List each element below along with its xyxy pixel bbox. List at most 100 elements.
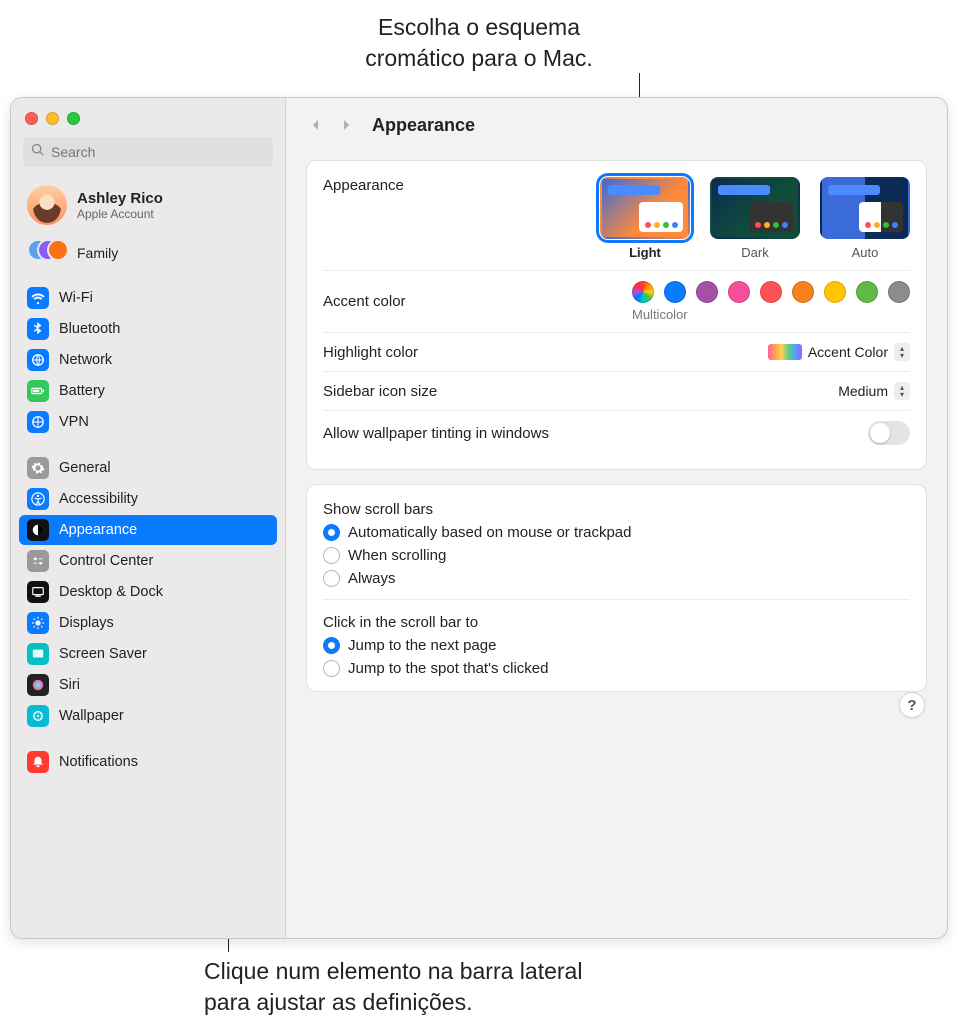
sidebar-icon-size-select[interactable]: Medium ▴▾ [838,382,910,400]
sidebar-list: Wi-Fi Bluetooth Network Battery VPN General Ac… [11,279,285,938]
accent-swatch-3[interactable] [728,281,750,303]
search-input[interactable] [51,144,265,160]
sidebar-item-battery[interactable]: Battery [19,376,277,406]
scrollclick-option-1[interactable]: Jump to the spot that's clicked [323,660,910,677]
sidebar-item-label: Notifications [59,754,138,770]
zoom-button[interactable] [67,112,80,125]
sidebar-item-label: Appearance [59,522,137,538]
sidebar-item-label: Bluetooth [59,321,120,337]
account-row[interactable]: Ashley Rico Apple Account [11,177,285,233]
close-button[interactable] [25,112,38,125]
screensaver-icon [27,643,49,665]
sidebar-item-general[interactable]: General [19,453,277,483]
family-icon [27,239,67,267]
sidebar-item-label: Displays [59,615,114,631]
accent-swatch-0[interactable] [632,281,654,303]
sidebar-item-accessibility[interactable]: Accessibility [19,484,277,514]
appearance-option-label: Auto [852,245,879,260]
search-field[interactable] [23,137,273,167]
back-button[interactable] [306,115,326,135]
appearance-option-label: Light [629,245,661,260]
preferences-window: Ashley Rico Apple Account Family Wi-Fi Bl… [10,97,948,939]
scrollbars-option-1[interactable]: When scrolling [323,547,910,564]
siri-icon [27,674,49,696]
highlight-value: Accent Color [808,344,888,360]
highlight-swatch-icon [768,344,802,360]
highlight-select[interactable]: Accent Color ▴▾ [768,343,910,361]
sidebar-item-label: Control Center [59,553,153,569]
accent-swatch-4[interactable] [760,281,782,303]
scroll-panel: Show scroll bars Automatically based on … [306,484,927,692]
main-content: Appearance Appearance LightDarkAuto Acce… [286,98,947,938]
accessibility-icon [27,488,49,510]
sidebar-item-vpn[interactable]: VPN [19,407,277,437]
sidebar-item-label: Battery [59,383,105,399]
vpn-icon [27,411,49,433]
scrollbars-option-label: When scrolling [348,547,446,564]
sidebar-item-wi-fi[interactable]: Wi-Fi [19,283,277,313]
desktop-icon [27,581,49,603]
gear-icon [27,457,49,479]
sidebar-item-network[interactable]: Network [19,345,277,375]
accent-selected-name: Multicolor [632,307,688,322]
sidebar-item-displays[interactable]: Displays [19,608,277,638]
network-icon [27,349,49,371]
tinting-toggle[interactable] [868,421,910,445]
page-title: Appearance [372,115,475,136]
sidebar-item-control-center[interactable]: Control Center [19,546,277,576]
bluetooth-icon [27,318,49,340]
sidebar: Ashley Rico Apple Account Family Wi-Fi Bl… [11,98,286,938]
minimize-button[interactable] [46,112,59,125]
tinting-label: Allow wallpaper tinting in windows [323,425,549,442]
sidebar-item-wallpaper[interactable]: Wallpaper [19,701,277,731]
sidebar-item-label: General [59,460,111,476]
sidebar-item-siri[interactable]: Siri [19,670,277,700]
control-icon [27,550,49,572]
scrollclick-option-0[interactable]: Jump to the next page [323,637,910,654]
appearance-option-label: Dark [741,245,768,260]
accent-swatch-8[interactable] [888,281,910,303]
scrollbars-option-2[interactable]: Always [323,570,910,587]
scrollclick-heading: Click in the scroll bar to [323,614,910,631]
notifications-icon [27,751,49,773]
highlight-label: Highlight color [323,344,418,361]
accent-swatch-2[interactable] [696,281,718,303]
family-label: Family [77,245,118,261]
accent-swatch-1[interactable] [664,281,686,303]
sidebar-icon-size-value: Medium [838,383,888,399]
sidebar-icon-size-label: Sidebar icon size [323,383,437,400]
accent-swatch-6[interactable] [824,281,846,303]
window-controls [11,98,285,133]
help-button[interactable]: ? [899,692,925,718]
forward-button[interactable] [336,115,356,135]
radio-icon [323,637,340,654]
sidebar-item-appearance[interactable]: Appearance [19,515,277,545]
accent-label: Accent color [323,293,406,310]
avatar [27,185,67,225]
sidebar-item-label: Desktop & Dock [59,584,163,600]
sidebar-item-label: Siri [59,677,80,693]
callout-top: Escolha o esquema cromático para o Mac. [0,12,958,74]
scrollbars-option-label: Automatically based on mouse or trackpad [348,524,631,541]
radio-icon [323,570,340,587]
accent-swatches [632,281,910,303]
sidebar-item-bluetooth[interactable]: Bluetooth [19,314,277,344]
titlebar: Appearance [286,98,947,152]
accent-swatch-5[interactable] [792,281,814,303]
accent-swatch-7[interactable] [856,281,878,303]
scrollbars-option-0[interactable]: Automatically based on mouse or trackpad [323,524,910,541]
appearance-thumb-light [600,177,690,239]
appearance-thumb-auto [820,177,910,239]
sidebar-item-screen-saver[interactable]: Screen Saver [19,639,277,669]
appearance-option-light[interactable]: Light [600,177,690,260]
sidebar-item-desktop-dock[interactable]: Desktop & Dock [19,577,277,607]
scrollbars-option-label: Always [348,570,396,587]
radio-icon [323,524,340,541]
family-row[interactable]: Family [11,233,285,279]
scrollbars-group: Automatically based on mouse or trackpad… [323,524,910,587]
appearance-option-dark[interactable]: Dark [710,177,800,260]
sidebar-item-notifications[interactable]: Notifications [19,747,277,777]
battery-icon [27,380,49,402]
appearance-option-auto[interactable]: Auto [820,177,910,260]
appearance-thumb-dark [710,177,800,239]
